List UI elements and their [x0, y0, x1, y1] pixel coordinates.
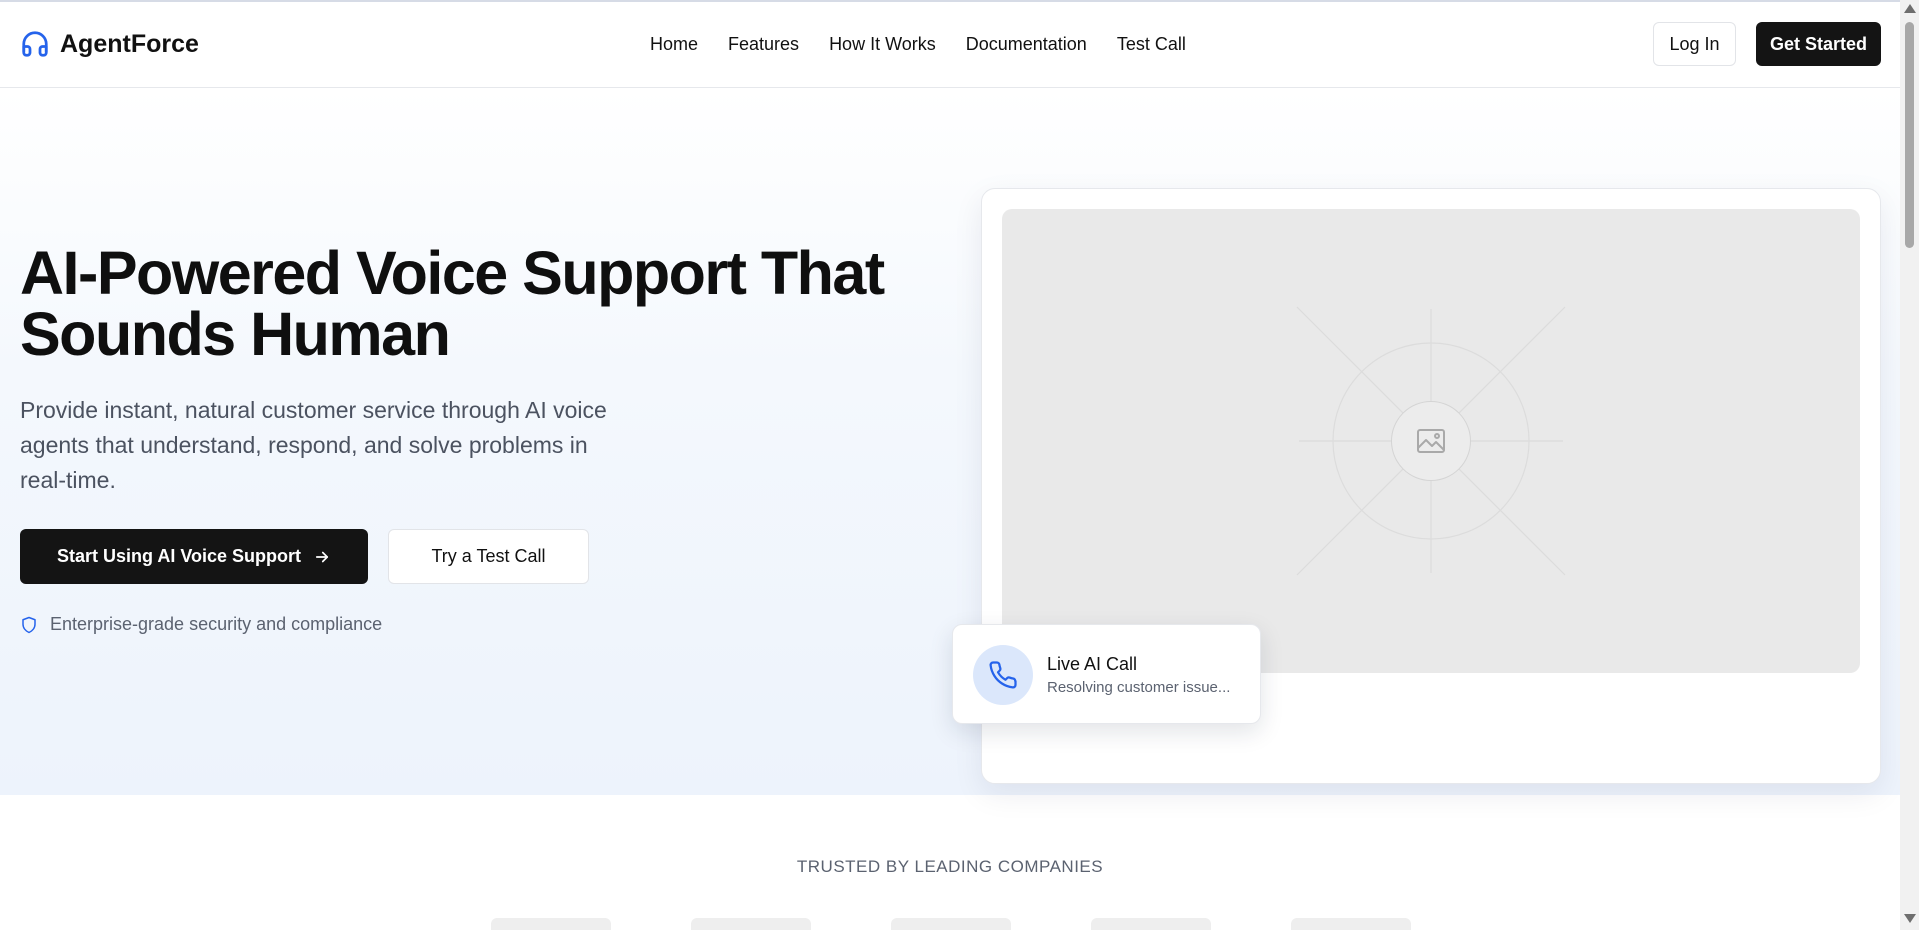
trusted-heading: TRUSTED BY LEADING COMPANIES — [796, 857, 1104, 876]
hero-title: AI-Powered Voice Support That Sounds Hum… — [20, 239, 885, 368]
company-logo-placeholder — [1091, 918, 1211, 930]
shield-icon — [22, 616, 36, 633]
security-text: Enterprise-grade security and compliance — [50, 614, 383, 634]
vertical-scrollbar[interactable] — [1900, 0, 1919, 930]
phone-icon-badge — [973, 645, 1033, 705]
brand-name: AgentForce — [60, 29, 199, 58]
phone-icon — [989, 661, 1017, 689]
try-test-call-button[interactable]: Try a Test Call — [388, 529, 589, 584]
main-nav: Home Features How It Works Documentation… — [650, 34, 1186, 55]
start-voice-support-button[interactable]: Start Using AI Voice Support — [20, 529, 368, 584]
arrow-right-icon — [315, 551, 329, 562]
nav-test-call[interactable]: Test Call — [1117, 34, 1186, 55]
company-logo-placeholder — [1291, 918, 1411, 930]
live-call-card: Live AI Call Resolving customer issue... — [952, 624, 1261, 724]
company-logo-placeholder — [491, 918, 611, 930]
company-logo-placeholder — [691, 918, 811, 930]
company-logos-row — [0, 918, 1900, 930]
hero-section: AI-Powered Voice Support That Sounds Hum… — [0, 89, 1900, 795]
start-voice-support-label: Start Using AI Voice Support — [56, 546, 302, 566]
scroll-down-arrow-icon[interactable] — [1904, 914, 1916, 923]
nav-features[interactable]: Features — [728, 34, 799, 55]
security-note: Enterprise-grade security and compliance — [20, 614, 382, 635]
brand-logo[interactable]: AgentForce — [20, 29, 199, 59]
company-logo-placeholder — [891, 918, 1011, 930]
nav-documentation[interactable]: Documentation — [966, 34, 1087, 55]
image-icon — [1391, 401, 1471, 481]
headphones-icon — [22, 31, 48, 57]
image-placeholder — [1002, 209, 1860, 673]
scroll-up-arrow-icon[interactable] — [1904, 4, 1916, 13]
site-header: AgentForce Home Features How It Works Do… — [0, 2, 1900, 88]
live-call-title: Live AI Call — [1047, 654, 1138, 674]
live-call-status: Resolving customer issue... — [1047, 679, 1231, 696]
hero-subtitle: Provide instant, natural customer servic… — [20, 397, 607, 493]
get-started-button[interactable]: Get Started — [1756, 22, 1881, 66]
login-button[interactable]: Log In — [1653, 22, 1736, 66]
nav-how-it-works[interactable]: How It Works — [829, 34, 936, 55]
nav-home[interactable]: Home — [650, 34, 698, 55]
scroll-thumb[interactable] — [1905, 22, 1914, 248]
